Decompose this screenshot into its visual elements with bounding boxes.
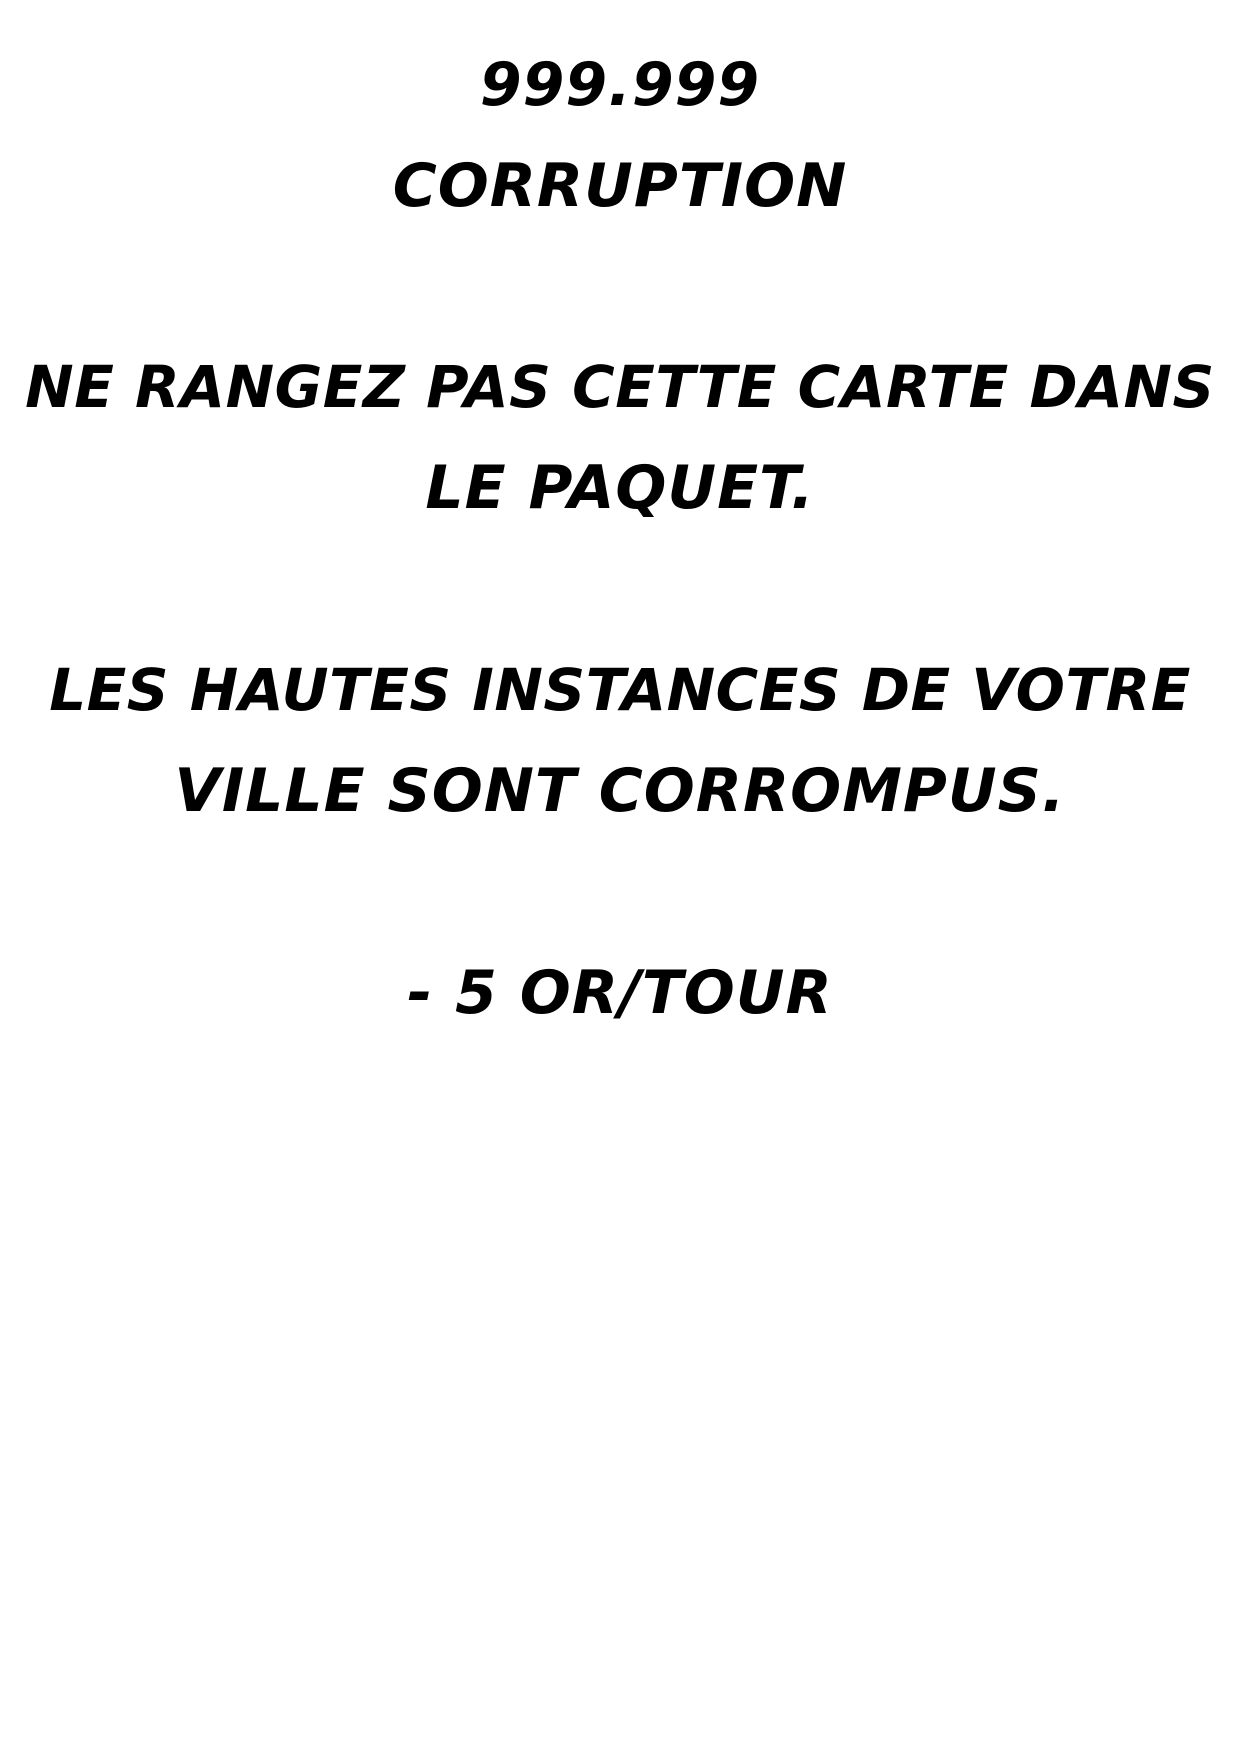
card-title: CORRUPTION — [392, 151, 848, 221]
card-effect: - 5 OR/TOUR — [407, 958, 833, 1028]
description-line-2: VILLE SONT CORROMPUS. — [174, 756, 1066, 826]
card-number: 999.999 — [479, 50, 761, 120]
instruction-line-1: NE RANGEZ PAS CETTE CARTE DANS — [25, 353, 1215, 421]
card-page: 999.999 CORRUPTION NE RANGEZ PAS CETTE C… — [0, 0, 1240, 1754]
instruction-line-2: LE PAQUET. — [425, 453, 815, 523]
description-line-1: LES HAUTES INSTANCES DE VOTRE — [49, 656, 1191, 724]
